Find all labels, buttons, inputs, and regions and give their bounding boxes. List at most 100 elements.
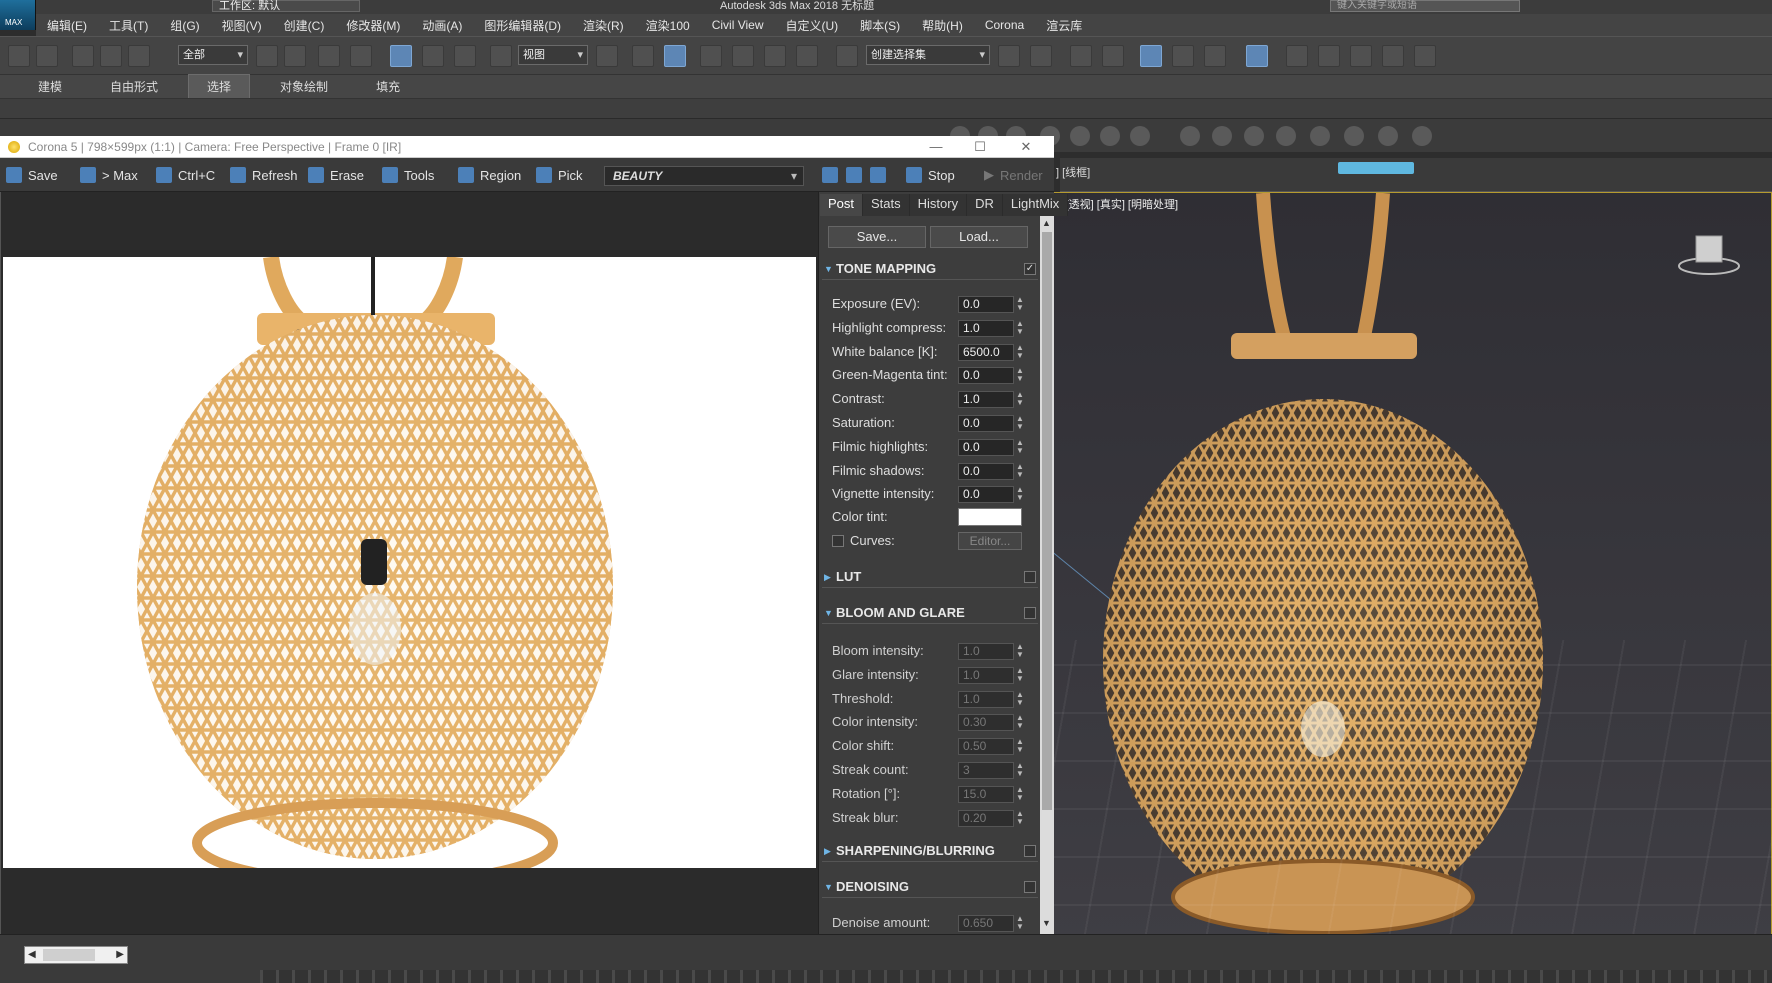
menu-item[interactable]: 帮助(H) <box>911 17 974 34</box>
sharpening-checkbox[interactable] <box>1024 845 1036 857</box>
edit-named-selection-icon[interactable] <box>836 45 858 67</box>
ribbon-tab[interactable]: 选择 <box>188 74 251 99</box>
property-value-input[interactable]: 0.20 <box>958 809 1014 827</box>
render-button[interactable]: ▶ Render <box>984 164 1043 186</box>
named-selection-dropdown[interactable]: 创建选择集 <box>866 45 990 65</box>
menu-item[interactable]: 渲云库 <box>1035 17 1093 34</box>
tone-mapping-section[interactable]: ▼ TONE MAPPING ✓ <box>822 258 1038 280</box>
menu-item[interactable]: 工具(T) <box>98 17 159 34</box>
select-manipulate-icon[interactable] <box>632 45 654 67</box>
ribbon-toggle-icon[interactable] <box>1140 45 1162 67</box>
material-editor-icon[interactable] <box>1246 45 1268 67</box>
close-icon[interactable]: ✕ <box>1012 138 1040 156</box>
asset-icon[interactable] <box>1310 126 1330 146</box>
spinner-icon[interactable]: ▲ ▼ <box>1016 415 1024 431</box>
property-value-input[interactable]: 0.30 <box>958 714 1014 732</box>
spinner-snap-icon[interactable] <box>796 45 818 67</box>
menu-item[interactable]: 渲染(R) <box>572 17 635 34</box>
spinner-icon[interactable]: ▲ ▼ <box>1016 809 1024 826</box>
time-slider-thumb[interactable] <box>1338 162 1414 174</box>
redo-icon[interactable] <box>36 45 58 67</box>
menu-item[interactable]: 创建(C) <box>273 17 336 34</box>
sharpening-section[interactable]: ▶ SHARPENING/BLURRING <box>822 840 1038 862</box>
bulb-icon[interactable] <box>1412 126 1432 146</box>
workspace-dropdown[interactable]: 工作区: 默认 <box>212 0 360 12</box>
scroll-left-icon[interactable]: ◀ <box>28 947 36 963</box>
menu-item[interactable]: 修改器(M) <box>335 17 411 34</box>
zoom-in-icon[interactable] <box>822 164 844 186</box>
property-value-input[interactable]: 0.50 <box>958 738 1014 756</box>
menu-item[interactable]: 自定义(U) <box>775 17 850 34</box>
property-value-input[interactable]: 0.0 <box>958 367 1014 385</box>
property-value-input[interactable]: 0.0 <box>958 462 1014 480</box>
post-tab[interactable]: Post <box>820 194 864 216</box>
grid-icon[interactable] <box>1244 126 1264 146</box>
menu-item[interactable]: Corona <box>974 18 1035 32</box>
scroll-up-icon[interactable]: ▲ <box>1042 218 1051 228</box>
percent-snap-icon[interactable] <box>764 45 786 67</box>
property-value-input[interactable]: 0.0 <box>958 296 1014 313</box>
scroll-down-icon[interactable]: ▼ <box>1042 918 1051 928</box>
spinner-icon[interactable]: ▲ ▼ <box>1016 738 1024 754</box>
place-icon[interactable] <box>490 45 512 67</box>
lut-checkbox[interactable] <box>1024 571 1036 583</box>
horizontal-scroll-thumb[interactable] <box>43 949 95 961</box>
select-by-name-icon[interactable] <box>284 45 306 67</box>
teapot-icon[interactable] <box>1378 126 1398 146</box>
spinner-icon[interactable]: ▲ ▼ <box>1016 462 1024 479</box>
reference-coordinate-dropdown[interactable]: 视图 <box>518 45 588 65</box>
copy-button[interactable]: Ctrl+C <box>156 164 215 186</box>
rendered-frame-window-icon[interactable] <box>1318 45 1340 67</box>
list-icon[interactable] <box>1070 126 1090 146</box>
curves-editor-button[interactable]: Editor... <box>958 532 1022 550</box>
spinner-icon[interactable]: ▲ ▼ <box>1016 643 1024 659</box>
tree-icon[interactable] <box>1100 126 1120 146</box>
spinner-icon[interactable]: ▲ ▼ <box>1016 296 1024 312</box>
property-value-input[interactable]: 1.0 <box>958 643 1014 660</box>
maximize-icon[interactable]: ☐ <box>966 138 994 156</box>
post-tab[interactable]: LightMix <box>1002 194 1069 216</box>
spinner-icon[interactable]: ▲ ▼ <box>1016 367 1024 383</box>
spinner-icon[interactable]: ▲ ▼ <box>1016 762 1024 778</box>
keyboard-shortcut-override-icon[interactable] <box>664 45 686 67</box>
property-value-input[interactable]: 1.0 <box>958 319 1014 337</box>
denoising-checkbox[interactable] <box>1024 881 1036 893</box>
move-icon[interactable] <box>390 45 412 67</box>
ribbon-tab[interactable]: 自由形式 <box>92 75 176 98</box>
menu-item[interactable]: 渲染100 <box>635 17 701 34</box>
angle-snap-icon[interactable] <box>732 45 754 67</box>
undo-icon[interactable] <box>8 45 30 67</box>
select-object-icon[interactable] <box>256 45 278 67</box>
property-value-input[interactable]: 6500.0 <box>958 343 1014 361</box>
post-tab[interactable]: DR <box>967 194 1003 216</box>
rectangular-selection-icon[interactable] <box>318 45 340 67</box>
zoom-fit-icon[interactable] <box>870 164 892 186</box>
toggle-scene-explorer-icon[interactable] <box>1070 45 1092 67</box>
schematic-view-icon[interactable] <box>1204 45 1226 67</box>
menu-item[interactable]: 图形编辑器(D) <box>473 17 572 34</box>
property-value-input[interactable]: 1.0 <box>958 690 1014 708</box>
property-value-input[interactable]: 0.0 <box>958 486 1014 504</box>
spinner-icon[interactable]: ▲ ▼ <box>1016 714 1024 730</box>
lut-section[interactable]: ▶ LUT <box>822 566 1038 588</box>
viewcube-icon[interactable] <box>1676 232 1742 276</box>
spinner-icon[interactable]: ▲ ▼ <box>1016 319 1024 336</box>
spinner-icon[interactable]: ▲ ▼ <box>1016 343 1024 360</box>
erase-button[interactable]: Erase <box>308 164 364 186</box>
zoom-out-icon[interactable] <box>846 164 868 186</box>
help-search-input[interactable]: 键入关键字或短语 <box>1330 0 1520 12</box>
environment-icon[interactable] <box>1212 126 1232 146</box>
spinner-icon[interactable]: ▲ ▼ <box>1016 915 1024 931</box>
sun-icon[interactable] <box>1180 126 1200 146</box>
property-value-input[interactable]: 0.0 <box>958 415 1014 432</box>
horizontal-scrollbar[interactable]: ◀ ▶ <box>24 946 128 964</box>
snaps-toggle-icon[interactable] <box>700 45 722 67</box>
spinner-icon[interactable]: ▲ ▼ <box>1016 486 1024 502</box>
scale-icon[interactable] <box>454 45 476 67</box>
pick-button[interactable]: Pick <box>536 164 583 186</box>
bind-space-warp-icon[interactable] <box>128 45 150 67</box>
viewport-label[interactable]: [+] [透视] [真实] [明暗处理] <box>1050 196 1178 212</box>
render-region-icon[interactable] <box>1276 126 1296 146</box>
bloom-glare-checkbox[interactable] <box>1024 607 1036 619</box>
spinner-icon[interactable]: ▲ ▼ <box>1016 391 1024 407</box>
